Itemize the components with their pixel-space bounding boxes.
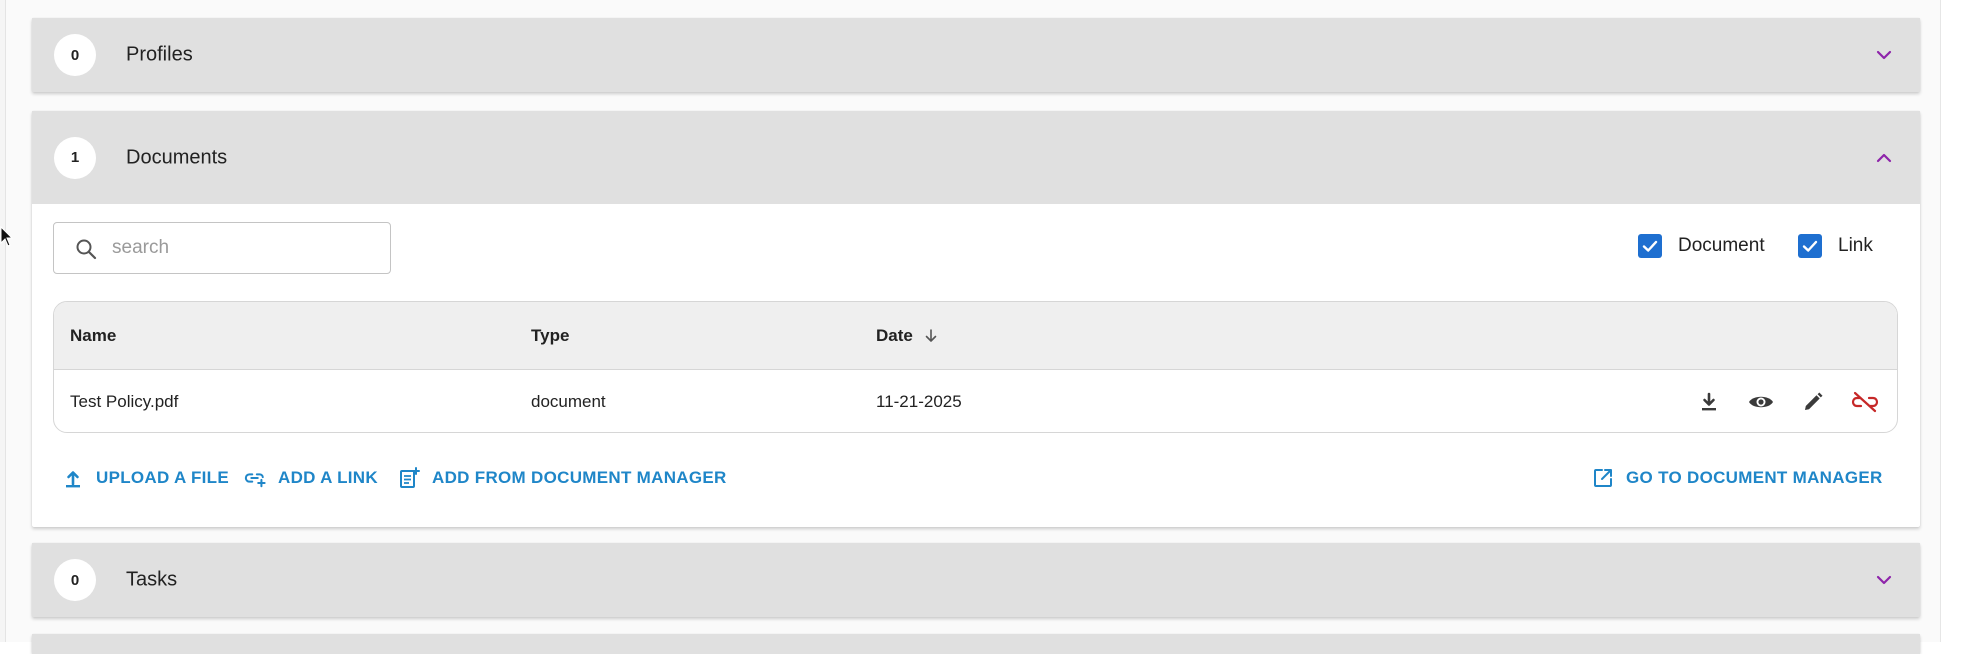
profiles-panel-title: Profiles <box>126 43 193 66</box>
note-add-icon <box>400 467 420 488</box>
filter-document-label: Document <box>1678 235 1765 256</box>
column-header-date[interactable]: Date <box>876 302 939 370</box>
search-input[interactable] <box>112 233 372 263</box>
profiles-panel: 0 Profiles <box>32 18 1920 92</box>
documents-panel-title: Documents <box>126 146 228 168</box>
cell-name[interactable]: Test Policy.pdf <box>70 370 178 432</box>
profiles-count-badge: 0 <box>54 34 96 76</box>
app-frame: 0 Profiles 1 Documents Doc <box>0 0 1962 654</box>
documents-table: Name Type Date Test Policy.pdf document … <box>53 301 1898 433</box>
add-link-button[interactable]: ADD A LINK <box>244 463 378 493</box>
open-in-new-icon <box>1594 469 1612 487</box>
edit-icon[interactable] <box>1799 388 1827 416</box>
search-icon <box>76 239 97 260</box>
document-search-field[interactable] <box>53 222 391 274</box>
upload-file-button[interactable]: UPLOAD A FILE <box>62 463 229 493</box>
cell-date: 11-21-2025 <box>876 391 962 411</box>
add-link-label: ADD A LINK <box>278 468 378 487</box>
unlink-icon[interactable] <box>1851 388 1879 416</box>
view-icon[interactable] <box>1747 388 1775 416</box>
chevron-down-icon[interactable] <box>1874 45 1894 65</box>
add-from-document-manager-button[interactable]: ADD FROM DOCUMENT MANAGER <box>398 463 727 493</box>
table-header: Name Type Date <box>54 302 1897 370</box>
documents-panel: 1 Documents Document Link <box>32 111 1920 527</box>
checkbox-checked-icon[interactable] <box>1798 234 1822 258</box>
checkbox-checked-icon[interactable] <box>1638 234 1662 258</box>
filter-link-checkbox[interactable]: Link <box>1798 231 1873 261</box>
go-to-document-manager-button[interactable]: GO TO DOCUMENT MANAGER <box>1592 463 1883 493</box>
upload-file-label: UPLOAD A FILE <box>96 468 229 487</box>
left-edge <box>0 0 6 642</box>
documents-panel-header[interactable]: 1 Documents <box>32 111 1920 204</box>
chevron-down-icon[interactable] <box>1874 570 1894 590</box>
download-icon[interactable] <box>1695 388 1723 416</box>
tasks-panel-header[interactable]: 0 Tasks <box>32 543 1920 617</box>
documents-count-badge: 1 <box>54 136 96 179</box>
sort-descending-icon[interactable] <box>923 328 939 344</box>
tasks-panel-title: Tasks <box>126 568 178 591</box>
go-to-document-manager-label: GO TO DOCUMENT MANAGER <box>1626 468 1883 487</box>
next-panel-header[interactable] <box>32 634 1920 654</box>
filter-document-checkbox[interactable]: Document <box>1638 231 1765 261</box>
filter-link-label: Link <box>1838 235 1873 256</box>
upload-icon <box>66 471 80 488</box>
next-panel-partial <box>32 634 1920 654</box>
tasks-panel: 0 Tasks <box>32 543 1920 617</box>
add-from-document-manager-label: ADD FROM DOCUMENT MANAGER <box>432 468 727 487</box>
chevron-up-icon[interactable] <box>1874 148 1894 168</box>
column-header-date-label: Date <box>876 326 913 345</box>
tasks-count-badge: 0 <box>54 559 96 601</box>
column-header-name[interactable]: Name <box>70 302 116 370</box>
add-link-icon <box>244 473 266 488</box>
profiles-panel-header[interactable]: 0 Profiles <box>32 18 1920 92</box>
mouse-cursor-icon <box>0 226 14 247</box>
column-header-type[interactable]: Type <box>531 302 569 370</box>
row-actions <box>1671 370 1879 432</box>
right-scroll-edge <box>1940 0 1962 642</box>
cell-type: document <box>531 391 606 411</box>
